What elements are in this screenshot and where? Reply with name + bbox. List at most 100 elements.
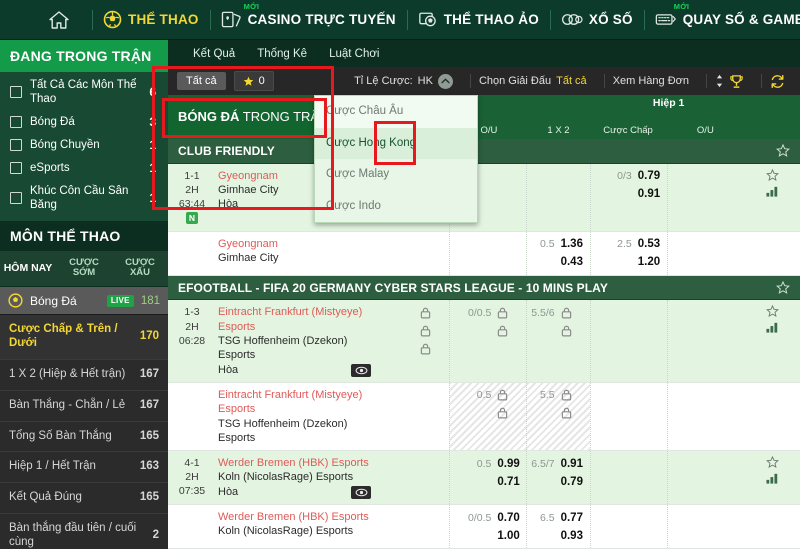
odds-value[interactable]: 0.53 [638,238,664,250]
odds-col-ou-ft[interactable]: 0/0.5 [449,300,526,382]
statistics-icon[interactable] [765,472,779,484]
refresh-button[interactable] [761,67,794,95]
star-icon[interactable] [765,456,779,469]
sidebar-bet-handicap-ou[interactable]: Cược Chấp & Trên / Dưới 170 [0,315,168,360]
odds-col-handicap-1h[interactable] [589,300,667,382]
checkbox-icon[interactable] [10,139,22,152]
live-stream-icon[interactable] [351,363,371,377]
sidebar-bet-first-last-goal[interactable]: Bàn thắng đầu tiên / cuối cùng 2 [0,514,168,549]
trophy-sort-button[interactable] [706,67,753,95]
odds-col-ou-1h[interactable] [666,382,744,451]
star-icon[interactable] [765,305,779,318]
odds-col-1x2[interactable]: 5.5/6 [526,300,589,382]
chevron-up-icon[interactable] [437,73,453,89]
sidebar-bet-half-full[interactable]: Hiệp 1 / Hết Trận 163 [0,452,168,484]
odds-col-handicap-ft[interactable] [373,383,449,450]
sidebar-tab-bad-odds[interactable]: CƯỢC XẤU [112,251,168,287]
odds-col-handicap-1h[interactable]: 0/3 0.79 0.91 [589,163,667,231]
odds-col-ou-1h[interactable] [666,505,744,548]
tab-results[interactable]: Kết Quả [182,48,246,60]
sidebar-bet-odd-even[interactable]: Bàn Thắng - Chẵn / Lẻ 167 [0,391,168,422]
odds-value[interactable]: 1.36 [561,238,587,250]
odds-value[interactable]: 0.99 [497,458,523,470]
single-line-view-button[interactable]: Xem Hàng Đơn [603,67,698,95]
odds-col-handicap-ft[interactable] [373,505,449,548]
odds-col-ou-1h[interactable] [666,163,744,231]
league-selector[interactable]: Chọn Giải Đấu Tất cả [469,67,596,95]
live-stream-icon[interactable] [351,486,371,499]
odds-option-euro[interactable]: Cược Châu Âu [315,96,477,128]
odds-col-1x2[interactable]: 6.5/7 0.91 0.79 [526,451,589,504]
odds-col-handicap-ft[interactable] [373,451,449,504]
match-row[interactable]: Werder Bremen (HBK) Esports Koln (Nicola… [168,505,800,549]
odds-col-ou-ft[interactable]: 0/0.5 0.70 1.00 [449,505,526,548]
odds-col-handicap-ft[interactable] [373,232,449,275]
odds-col-ou-ft[interactable] [449,231,526,275]
filter-all-button[interactable]: Tất cả [177,72,226,90]
odds-option-malay[interactable]: Cược Malay [315,159,477,191]
checkbox-icon[interactable] [10,192,22,205]
checkbox-icon[interactable] [10,116,22,129]
odds-value[interactable]: 0.91 [638,188,664,200]
odds-value[interactable]: 0.43 [561,256,587,268]
odds-format-selector[interactable]: Tỉ Lệ Cược: HK [345,67,462,95]
odds-col-ou-1h[interactable] [666,451,744,504]
sidebar-bet-1x2[interactable]: 1 X 2 (Hiệp & Hết trận) 167 [0,360,168,391]
match-row[interactable]: Eintracht Frankfurt (Mistyeye) Esports T… [168,382,800,452]
odds-col-1x2[interactable]: 6.5 0.77 0.93 [526,505,589,548]
odds-value[interactable]: 0.79 [561,476,587,488]
odds-value[interactable]: 0.71 [497,476,523,488]
odds-value[interactable]: 1.00 [497,530,523,542]
nav-lottery[interactable]: XỔ SỐ [549,0,644,40]
odds-col-handicap-1h[interactable] [589,451,667,504]
star-icon[interactable] [776,280,790,295]
checkbox-icon[interactable] [10,86,22,99]
odds-col-handicap-1h[interactable] [589,382,667,451]
odds-option-indo[interactable]: Cược Indo [315,191,477,223]
sidebar-live-item-all-sports[interactable]: Tất Cả Các Môn Thể Thao 6 [0,74,168,111]
sidebar-selected-sport[interactable]: Bóng Đá LIVE 181 [0,287,168,316]
nav-sports[interactable]: THỂ THAO [92,0,210,40]
match-row[interactable]: Gyeongnam Gimhae City 0.5 1.36 0.43 2.5 … [168,231,800,276]
odds-col-1x2[interactable] [526,163,589,231]
sidebar-live-item-ice-hockey[interactable]: Khúc Côn Cầu Sân Băng 1 [0,180,168,217]
odds-col-ou-1h[interactable] [666,300,744,382]
odds-value[interactable]: 0.77 [561,512,587,524]
favorites-button[interactable]: 0 [233,71,274,91]
checkbox-icon[interactable] [10,162,22,175]
odds-value[interactable]: 0.91 [561,458,587,470]
match-row[interactable]: 1-3 2H 06:28 Eintracht Frankfurt (Mistye… [168,300,800,383]
odds-col-ou-ft[interactable]: 0.5 [449,382,527,451]
sidebar-live-item-football[interactable]: Bóng Đá 3 [0,111,168,134]
league-header-efootball[interactable]: EFOOTBALL - FIFA 20 GERMANY CYBER STARS … [168,275,800,301]
sidebar-tab-today[interactable]: HÔM NAY [0,251,56,287]
statistics-icon[interactable] [765,321,779,334]
star-icon[interactable] [776,143,790,158]
odds-col-ou-1h[interactable] [666,231,744,275]
odds-col-1x2[interactable]: 5.5 [526,382,590,451]
odds-col-1x2[interactable]: 0.5 1.36 0.43 [526,231,589,275]
nav-home[interactable] [0,0,92,40]
tab-rules[interactable]: Luật Chơi [318,48,390,60]
tab-statistics[interactable]: Thống Kê [246,48,318,60]
star-icon[interactable] [765,168,779,182]
odds-value[interactable]: 0.70 [497,512,523,524]
nav-virtual-sports[interactable]: THỂ THAO ẢO [406,0,550,40]
sidebar-tab-early[interactable]: CƯỢC SỚM [56,251,112,287]
sidebar-live-item-esports[interactable]: eSports 1 [0,157,168,180]
odds-col-handicap-ft[interactable] [373,300,449,381]
statistics-icon[interactable] [765,185,779,197]
sidebar-bet-correct-score[interactable]: Kết Quả Đúng 165 [0,483,168,514]
nav-keno-games[interactable]: MỚI QUAY SỐ & GAMES [643,0,800,40]
odds-col-handicap-1h[interactable]: 2.5 0.53 1.20 [589,231,667,275]
odds-value[interactable]: 0.93 [561,530,587,542]
nav-live-casino[interactable]: MỚI CASINO TRỰC TUYẾN [209,0,407,40]
sidebar-bet-total-goals[interactable]: Tổng Số Bàn Thắng 165 [0,422,168,453]
odds-col-handicap-1h[interactable] [589,505,667,548]
sidebar-live-item-volleyball[interactable]: Bóng Chuyền 1 [0,134,168,157]
odds-value[interactable]: 0.79 [638,170,664,182]
odds-option-hongkong[interactable]: Cược Hong Kong [315,127,477,159]
league-header-club-friendly[interactable]: CLUB FRIENDLY [168,139,800,164]
match-row[interactable]: 4-1 2H 07:35 Werder Bremen (HBK) Esports… [168,451,800,505]
odds-col-ou-ft[interactable]: 0.5 0.99 0.71 [449,451,526,504]
